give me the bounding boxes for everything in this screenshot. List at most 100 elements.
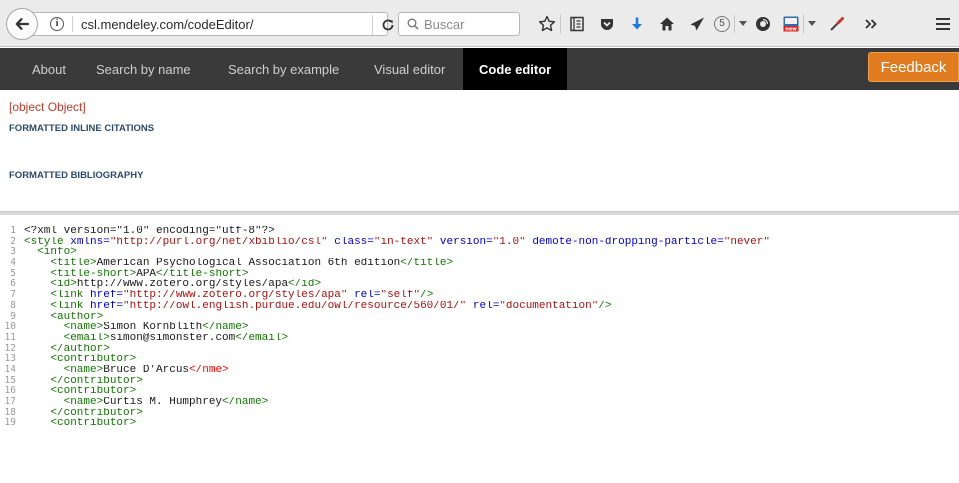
line-number: 10 xyxy=(4,322,16,333)
code-editor[interactable]: 1 2 3 4 5 6 7 8 9 10 11 12 13 14 15 16 17 18 19 <?xml vers… xyxy=(0,215,959,483)
nav-search-by-example[interactable]: Search by example xyxy=(212,48,355,90)
code-token: </name> xyxy=(222,397,269,408)
reading-list-icon[interactable] xyxy=(566,13,588,35)
code-token: <name> xyxy=(63,397,104,408)
code-token: http://www.zotero.org/styles/apa xyxy=(76,279,289,291)
code-line[interactable]: <id>http://www.zotero.org/styles/apa</id… xyxy=(24,279,959,290)
code-token: <name> xyxy=(63,322,104,333)
nav-visual-editor[interactable]: Visual editor xyxy=(358,48,461,90)
line-number: 7 xyxy=(10,290,16,301)
pocket-count-badge[interactable]: 5 xyxy=(711,13,733,35)
code-token: /> xyxy=(598,300,612,312)
recording-icon[interactable] xyxy=(752,13,774,35)
code-line[interactable]: <name>Curtis M. Humphrey</name> xyxy=(24,397,959,408)
url-separator xyxy=(72,16,73,32)
line-number: 11 xyxy=(4,332,16,343)
code-line[interactable]: </contributor> xyxy=(24,408,959,419)
line-number: 12 xyxy=(4,343,16,354)
line-number: 2 xyxy=(10,236,16,247)
menu-icon[interactable] xyxy=(932,13,954,35)
code-line[interactable]: <email>simon@simonster.com</email> xyxy=(24,333,959,344)
code-token: <title-short> xyxy=(50,268,137,280)
code-token: class= xyxy=(334,236,374,248)
nav-code-editor[interactable]: Code editor xyxy=(463,48,568,90)
star-icon[interactable] xyxy=(536,13,558,35)
code-line[interactable]: <name>Bruce D'Arcus</nme> xyxy=(24,365,959,376)
code-line[interactable]: </author> xyxy=(24,344,959,355)
code-token: Curtis M. Humphrey xyxy=(103,397,223,408)
line-number: 18 xyxy=(4,407,16,418)
svg-text:new: new xyxy=(785,27,797,33)
code-line[interactable]: <contributor> xyxy=(24,386,959,397)
search-placeholder: Buscar xyxy=(424,16,465,32)
code-token: APA xyxy=(136,268,157,280)
code-token: xmlns= xyxy=(70,236,110,248)
code-token: <link xyxy=(50,300,91,312)
code-token: <contributor> xyxy=(50,386,137,397)
code-token: </title> xyxy=(400,258,454,269)
dropdown-icon[interactable] xyxy=(805,13,819,35)
line-number: 5 xyxy=(10,268,16,279)
overflow-icon[interactable] xyxy=(860,13,882,35)
code-line[interactable]: <contributor> xyxy=(24,418,959,429)
code-token: </title-short> xyxy=(156,268,249,280)
code-line[interactable]: <?xml version="1.0" encoding="utf-8"?> xyxy=(24,226,959,237)
home-icon[interactable] xyxy=(656,13,678,35)
pocket-icon[interactable] xyxy=(596,13,618,35)
line-number: 15 xyxy=(4,375,16,386)
toolbar-separator xyxy=(560,15,561,33)
code-line[interactable]: <style xmlns="http://purl.org/net/xbibli… xyxy=(24,237,959,248)
dropdown-icon[interactable] xyxy=(736,13,750,35)
code-line[interactable]: <title>American Psychological Associatio… xyxy=(24,258,959,269)
code-token: "in-text" xyxy=(373,236,440,248)
code-token: American Psychological Association 6th e… xyxy=(96,258,401,269)
code-token: </name> xyxy=(202,322,249,333)
new-extension-icon[interactable]: new xyxy=(780,13,802,35)
feedback-button[interactable]: Feedback xyxy=(868,52,959,82)
back-arrow-icon xyxy=(15,18,30,30)
nav-about[interactable]: About xyxy=(16,48,82,90)
url-text[interactable]: csl.mendeley.com/codeEditor/ xyxy=(81,17,253,32)
code-line[interactable]: <author> xyxy=(24,312,959,323)
code-line[interactable]: <link href="http://owl.english.purdue.ed… xyxy=(24,301,959,312)
code-line[interactable]: <info> xyxy=(24,247,959,258)
reload-icon xyxy=(382,19,393,31)
code-token: </contributor> xyxy=(50,375,143,387)
line-number: 1 xyxy=(10,226,16,236)
line-number: 6 xyxy=(10,279,16,290)
code-token: demote-non-dropping-particle= xyxy=(532,236,724,248)
code-token: "http://owl.english.purdue.edu/owl/resou… xyxy=(123,300,473,312)
code-token: "never" xyxy=(723,236,770,248)
toolbar-separator xyxy=(734,15,735,33)
line-number: 8 xyxy=(10,300,16,311)
code-token: <id> xyxy=(50,279,77,291)
code-line[interactable]: <title-short>APA</title-short> xyxy=(24,269,959,280)
url-bar[interactable]: i csl.mendeley.com/codeEditor/ xyxy=(22,12,393,36)
nav-search-by-name[interactable]: Search by name xyxy=(80,48,207,90)
send-icon[interactable] xyxy=(686,13,708,35)
code-token: <email> xyxy=(63,332,110,344)
back-button[interactable] xyxy=(6,8,38,40)
code-line[interactable]: </contributor> xyxy=(24,376,959,387)
eyedropper-icon[interactable] xyxy=(826,13,848,35)
code-token: rel= xyxy=(354,290,381,301)
search-box[interactable]: Buscar xyxy=(398,12,520,36)
code-line[interactable]: <link href="http://www.zotero.org/styles… xyxy=(24,290,959,301)
error-message: [object Object] xyxy=(9,100,86,114)
inline-citations-heading: FORMATTED INLINE CITATIONS xyxy=(9,123,155,134)
code-line[interactable]: <name>Simon Kornblith</name> xyxy=(24,322,959,333)
main-nav: About Search by name Search by example V… xyxy=(0,48,959,90)
download-icon[interactable] xyxy=(626,13,648,35)
line-number: 3 xyxy=(10,247,16,258)
code-line[interactable]: <contributor> xyxy=(24,354,959,365)
code-content[interactable]: <?xml version="1.0" encoding="utf-8"?> <s… xyxy=(24,226,959,429)
info-icon[interactable]: i xyxy=(50,17,64,31)
line-number: 13 xyxy=(4,354,16,365)
code-token: <author> xyxy=(50,311,104,323)
